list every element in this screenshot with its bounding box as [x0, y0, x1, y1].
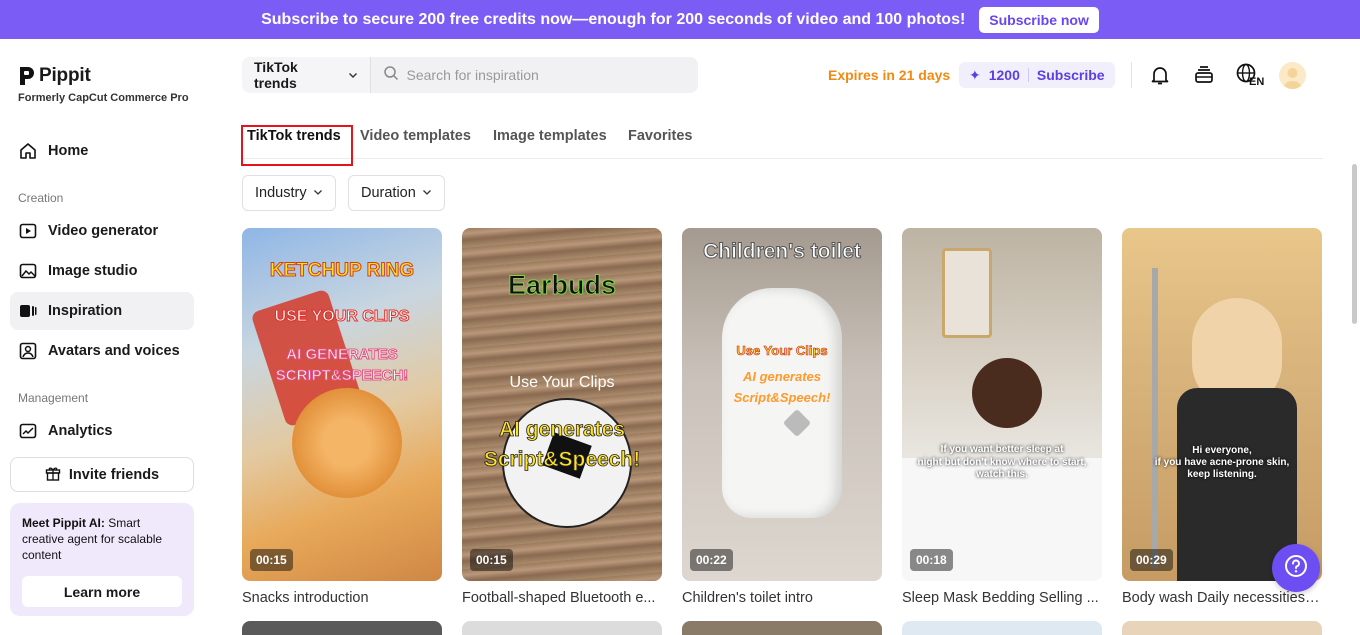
subscribe-now-button[interactable]: Subscribe now	[979, 6, 1099, 33]
card-thumbnail[interactable]: Children's toilet Use Your Clips AI gene…	[682, 228, 882, 581]
language-globe-icon[interactable]: EN	[1236, 63, 1266, 87]
sidebar-item-inspiration[interactable]: Inspiration	[10, 292, 194, 330]
industry-filter[interactable]: Industry	[242, 175, 336, 211]
video-add-icon	[18, 221, 38, 241]
chevron-down-icon	[348, 67, 358, 83]
learn-more-button[interactable]: Learn more	[22, 576, 182, 607]
filter-label: Duration	[361, 185, 416, 201]
search-category-label: TikTok trends	[254, 59, 298, 91]
card-title: Sleep Mask Bedding Selling ...	[902, 590, 1099, 606]
tab-highlight	[241, 125, 353, 166]
chevron-down-icon	[422, 185, 432, 201]
card-thumbnail[interactable]: KETCHUP RING USE YOUR CLIPS AI GENERATES…	[242, 228, 442, 581]
template-card[interactable]: Earbuds Use Your Clips AI generates Scri…	[462, 228, 662, 606]
duration-filter[interactable]: Duration	[348, 175, 445, 211]
invite-friends-button[interactable]: Invite friends	[10, 457, 194, 492]
sidebar-item-label: Analytics	[48, 423, 113, 439]
svg-text:EN: EN	[1249, 76, 1264, 87]
credits-count: 1200	[988, 67, 1020, 83]
card-title: Football-shaped Bluetooth e...	[462, 590, 656, 606]
template-card-partial[interactable]	[462, 621, 662, 635]
template-card[interactable]: KETCHUP RING USE YOUR CLIPS AI GENERATES…	[242, 228, 442, 606]
card-thumbnail[interactable]: Hi everyone, if you have acne-prone skin…	[1122, 228, 1322, 581]
divider	[1131, 62, 1132, 88]
analytics-icon	[18, 421, 38, 441]
search-category-select[interactable]: TikTok trends	[242, 57, 371, 93]
subscribe-link[interactable]: Subscribe	[1037, 67, 1105, 83]
card-thumbnail[interactable]: Earbuds Use Your Clips AI generates Scri…	[462, 228, 662, 581]
sidebar-item-analytics[interactable]: Analytics	[10, 412, 194, 450]
sidebar-item-home[interactable]: Home	[10, 132, 194, 170]
template-card-partial[interactable]	[682, 621, 882, 635]
question-icon	[1284, 554, 1308, 583]
tab-favorites[interactable]: Favorites	[628, 128, 692, 144]
home-icon	[18, 141, 38, 161]
credits-box[interactable]: ✦ 1200 Subscribe	[959, 62, 1115, 88]
banner-text: Subscribe to secure 200 free credits now…	[261, 10, 966, 28]
gift-icon	[45, 465, 61, 485]
sidebar: Pippit Formerly CapCut Commerce Pro Home…	[0, 39, 205, 631]
avatar-icon	[18, 341, 38, 361]
sidebar-item-video-generator[interactable]: Video generator	[10, 212, 194, 250]
help-button[interactable]	[1272, 544, 1320, 592]
brand-subtitle: Formerly CapCut Commerce Pro	[18, 92, 189, 104]
search-bar: TikTok trends	[242, 57, 698, 93]
card-thumbnail[interactable]: If you want better sleep at night but do…	[902, 228, 1102, 581]
sidebar-item-label: Home	[48, 143, 89, 159]
sparkle-icon: ✦	[969, 66, 981, 83]
divider	[1027, 68, 1029, 82]
duration-badge: 00:22	[690, 549, 733, 571]
tab-image-templates[interactable]: Image templates	[493, 128, 607, 144]
stack-icon[interactable]	[1192, 63, 1216, 87]
inspiration-icon	[18, 301, 38, 321]
search-input[interactable]	[406, 67, 698, 83]
search-icon	[383, 65, 399, 86]
tab-bar: TikTok trends Video templates Image temp…	[241, 118, 1323, 166]
duration-badge: 00:18	[910, 549, 953, 571]
avatar[interactable]	[1279, 62, 1306, 89]
duration-badge: 00:15	[470, 549, 513, 571]
duration-badge: 00:29	[1130, 549, 1173, 571]
section-label-management: Management	[18, 391, 89, 405]
pippit-ai-promo: Meet Pippit AI: Smart creative agent for…	[10, 503, 194, 616]
sidebar-item-label: Video generator	[48, 223, 159, 239]
sidebar-item-label: Inspiration	[48, 303, 123, 319]
template-card[interactable]: If you want better sleep at night but do…	[902, 228, 1102, 606]
logo[interactable]: Pippit	[18, 65, 91, 87]
card-title: Body wash Daily necessities ...	[1122, 590, 1320, 606]
sidebar-item-label: Avatars and voices	[48, 343, 180, 359]
template-card-partial[interactable]	[902, 621, 1102, 635]
sidebar-item-label: Image studio	[48, 263, 138, 279]
expiry-notice[interactable]: Expires in 21 days	[828, 67, 950, 83]
template-card-partial[interactable]	[242, 621, 442, 635]
card-title: Children's toilet intro	[682, 590, 813, 606]
template-card-partial[interactable]	[1122, 621, 1322, 635]
brand-name: Pippit	[39, 65, 91, 86]
duration-badge: 00:15	[250, 549, 293, 571]
pippit-logo-icon	[18, 66, 35, 86]
filter-label: Industry	[255, 185, 307, 201]
template-card[interactable]: Children's toilet Use Your Clips AI gene…	[682, 228, 882, 606]
sidebar-item-image-studio[interactable]: Image studio	[10, 252, 194, 290]
chevron-down-icon	[313, 185, 323, 201]
promo-banner: Subscribe to secure 200 free credits now…	[0, 0, 1360, 39]
promo-text: Meet Pippit AI: Smart creative agent for…	[22, 516, 163, 562]
bell-icon[interactable]	[1148, 63, 1172, 87]
tab-tiktok-trends[interactable]: TikTok trends	[241, 125, 353, 166]
card-title: Snacks introduction	[242, 590, 369, 606]
sidebar-item-avatars-voices[interactable]: Avatars and voices	[10, 332, 194, 370]
tab-video-templates[interactable]: Video templates	[360, 128, 471, 144]
image-add-icon	[18, 261, 38, 281]
invite-label: Invite friends	[68, 466, 160, 483]
section-label-creation: Creation	[18, 191, 64, 205]
scrollbar[interactable]	[1352, 164, 1357, 324]
